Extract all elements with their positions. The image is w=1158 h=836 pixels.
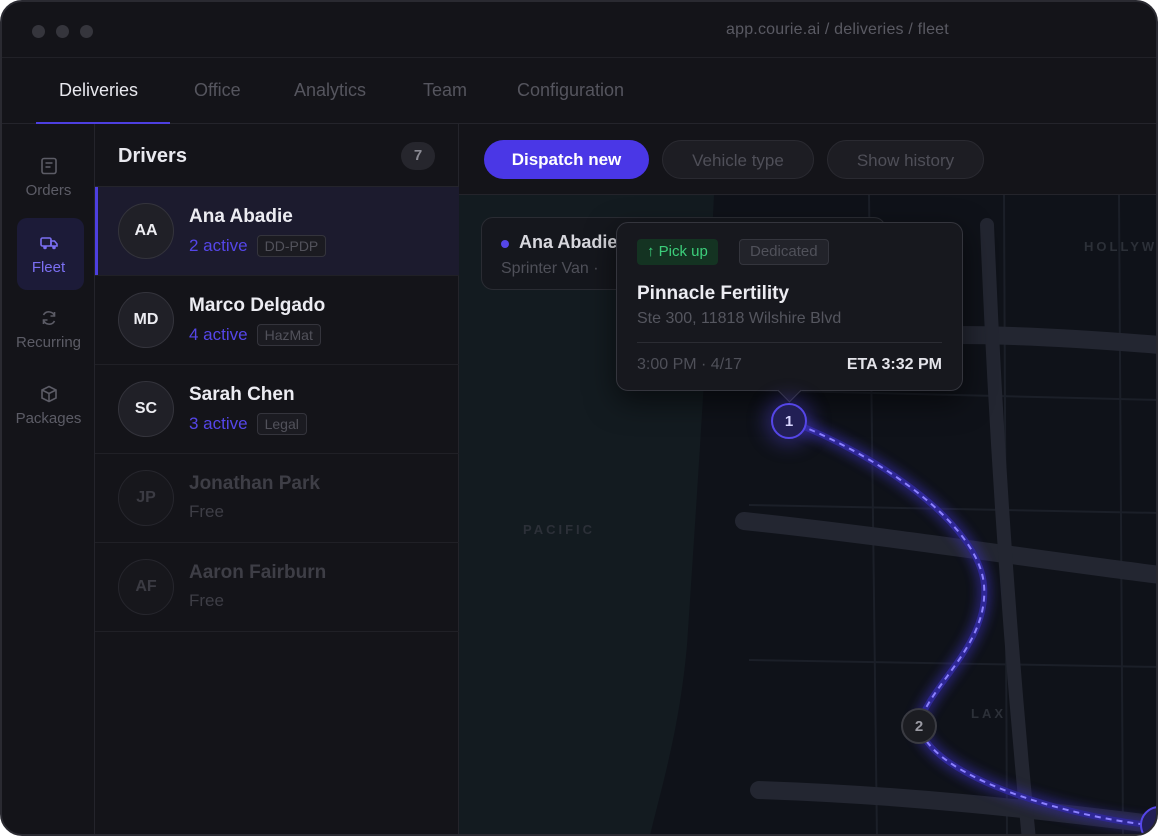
rail-item-label: Packages (15, 410, 82, 427)
vehicle-type-text: Sprinter Van · (501, 260, 599, 277)
stop-eta: ETA 3:32 PM (846, 356, 942, 373)
refresh-icon (42, 311, 55, 325)
route-glow (786, 414, 1150, 832)
driver-tag: Legal (256, 413, 307, 435)
driver-row-marco-delgado[interactable]: MD Marco Delgado 4 active HazMat (95, 276, 459, 365)
stop-popup: ↑ Pick up Dedicated Pinnacle Fertility S… (616, 222, 963, 391)
orders-icon (40, 157, 57, 175)
window-controls (32, 25, 93, 38)
driver-status: Free (189, 502, 224, 521)
map-label-lax: LAX (971, 706, 1006, 721)
map-toolbar: Dispatch new Vehicle type Show history (459, 124, 1156, 195)
driver-meta: Free (189, 591, 224, 611)
driver-meta: Free (189, 502, 224, 522)
driver-meta: 2 active DD-PDP (189, 235, 327, 257)
driver-row-sarah-chen[interactable]: SC Sarah Chen 3 active Legal (95, 365, 459, 454)
vehicle-type-button[interactable]: Vehicle type (662, 140, 814, 179)
driver-meta: 3 active Legal (189, 413, 307, 435)
driver-tag: DD-PDP (256, 235, 327, 257)
route-map[interactable]: HOLLYW PACIFIC LAX Ana Abadie Sprinter V… (459, 195, 1156, 834)
driver-name: Ana Abadie (189, 206, 293, 227)
stop-address: Ste 300, 11818 Wilshire Blvd (637, 310, 842, 327)
route-line (787, 418, 1150, 828)
rail-item-orders[interactable]: Orders (2, 156, 95, 199)
active-count: 2 active (189, 236, 248, 255)
stop-marker-2[interactable]: 2 (901, 708, 937, 744)
tab-office[interactable]: Office (194, 80, 241, 101)
minimize-window-button[interactable] (56, 25, 69, 38)
tab-team[interactable]: Team (423, 80, 467, 101)
avatar: AF (118, 559, 174, 615)
app-window: app.courie.ai / deliveries / fleet Deliv… (0, 0, 1158, 836)
driver-name: Sarah Chen (189, 384, 295, 405)
rail-item-label: Orders (25, 182, 72, 199)
tab-analytics[interactable]: Analytics (294, 80, 366, 101)
zoom-window-button[interactable] (80, 25, 93, 38)
drivers-panel: Drivers 7 AA Ana Abadie 2 active DD-PDP … (95, 124, 459, 834)
driver-row-jonathan-park[interactable]: JP Jonathan Park Free (95, 454, 459, 543)
driver-status-dot (501, 240, 509, 248)
avatar: MD (118, 292, 174, 348)
driver-status: Free (189, 591, 224, 610)
package-icon (40, 385, 57, 403)
vehicle-driver-name: Ana Abadie (519, 232, 618, 252)
title-bar: app.courie.ai / deliveries / fleet (2, 2, 1156, 58)
rail-item-label: Fleet (31, 259, 66, 276)
stop-time: 3:00 PM · 4/17 (637, 356, 742, 373)
top-nav: Deliveries Office Analytics Team Configu… (2, 58, 1156, 124)
avatar: SC (118, 381, 174, 437)
avatar: JP (118, 470, 174, 526)
driver-name: Jonathan Park (189, 473, 320, 494)
tab-configuration[interactable]: Configuration (517, 80, 624, 101)
drivers-count-badge: 7 (401, 142, 435, 170)
stop-marker-next[interactable] (1140, 806, 1156, 834)
rail-item-recurring[interactable]: Recurring (2, 308, 95, 351)
driver-row-ana-abadie[interactable]: AA Ana Abadie 2 active DD-PDP (95, 187, 459, 276)
map-label-hollywood: HOLLYW (1084, 239, 1156, 254)
driver-name: Aaron Fairburn (189, 562, 327, 583)
driver-row-aaron-fairburn[interactable]: AF Aaron Fairburn Free (95, 543, 459, 632)
avatar: AA (118, 203, 174, 259)
driver-meta: 4 active HazMat (189, 324, 321, 346)
active-count: 3 active (189, 414, 248, 433)
drivers-header: Drivers 7 (95, 124, 458, 187)
rail-item-fleet[interactable]: Fleet (2, 233, 95, 276)
route-dashes (788, 420, 1150, 826)
rail-item-packages[interactable]: Packages (2, 384, 95, 427)
url-breadcrumb: app.courie.ai / deliveries / fleet (726, 21, 949, 38)
dispatch-new-button[interactable]: Dispatch new (484, 140, 649, 179)
active-count: 4 active (189, 325, 248, 344)
pickup-badge: ↑ Pick up (637, 239, 718, 265)
popup-divider (637, 342, 942, 343)
close-window-button[interactable] (32, 25, 45, 38)
map-label-pacific: PACIFIC (523, 522, 596, 537)
truck-icon (39, 237, 58, 250)
show-history-button[interactable]: Show history (827, 140, 984, 179)
dedicated-badge: Dedicated (739, 239, 829, 265)
stop-title: Pinnacle Fertility (637, 283, 790, 304)
main-area: Dispatch new Vehicle type Show history H… (459, 124, 1156, 834)
drivers-title: Drivers (118, 145, 187, 167)
stop-marker-1[interactable]: 1 (771, 403, 807, 439)
rail-item-label: Recurring (15, 334, 82, 351)
side-rail: Orders Fleet Recurring Packages (2, 124, 95, 834)
driver-name: Marco Delgado (189, 295, 326, 316)
tab-deliveries[interactable]: Deliveries (59, 80, 138, 101)
driver-tag: HazMat (256, 324, 321, 346)
